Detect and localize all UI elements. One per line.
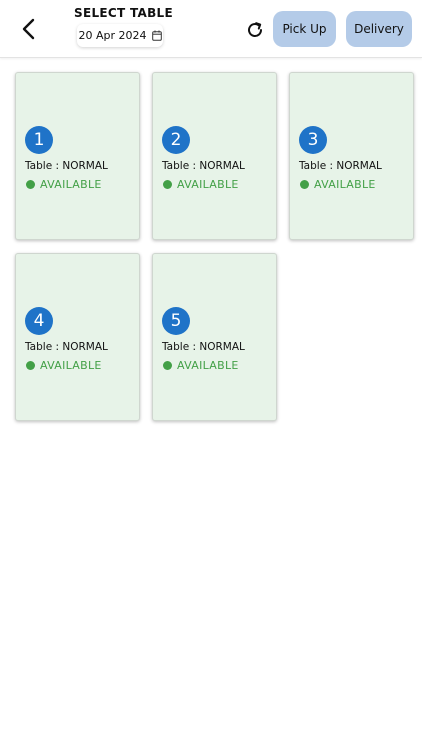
table-status: AVAILABLE: [163, 359, 239, 372]
table-status: AVAILABLE: [26, 359, 102, 372]
table-number-badge: 4: [25, 307, 53, 335]
table-card-2[interactable]: 2 Table : NORMAL AVAILABLE: [152, 72, 277, 240]
back-button[interactable]: [14, 14, 44, 44]
table-number-badge: 2: [162, 126, 190, 154]
status-label: AVAILABLE: [314, 178, 376, 191]
status-label: AVAILABLE: [177, 359, 239, 372]
delivery-button[interactable]: Delivery: [346, 11, 412, 47]
status-label: AVAILABLE: [40, 178, 102, 191]
status-label: AVAILABLE: [40, 359, 102, 372]
table-type-label: Table : NORMAL: [299, 160, 382, 172]
refresh-button[interactable]: [241, 16, 269, 44]
table-card-4[interactable]: 4 Table : NORMAL AVAILABLE: [15, 253, 140, 421]
table-type-label: Table : NORMAL: [162, 160, 245, 172]
table-number-badge: 1: [25, 126, 53, 154]
table-type-label: Table : NORMAL: [25, 160, 108, 172]
date-value: 20 Apr 2024: [78, 29, 147, 42]
status-dot-icon: [163, 180, 172, 189]
table-status: AVAILABLE: [163, 178, 239, 191]
status-dot-icon: [26, 180, 35, 189]
table-card-1[interactable]: 1 Table : NORMAL AVAILABLE: [15, 72, 140, 240]
pickup-button[interactable]: Pick Up: [273, 11, 336, 47]
page-title: SELECT TABLE: [74, 6, 173, 20]
top-bar: SELECT TABLE 20 Apr 2024 Pick Up Deliver…: [0, 0, 422, 58]
table-card-3[interactable]: 3 Table : NORMAL AVAILABLE: [289, 72, 414, 240]
table-number-badge: 3: [299, 126, 327, 154]
table-status: AVAILABLE: [300, 178, 376, 191]
table-number-badge: 5: [162, 307, 190, 335]
table-type-label: Table : NORMAL: [25, 341, 108, 353]
refresh-icon: [248, 22, 262, 37]
calendar-icon: [151, 30, 162, 41]
status-dot-icon: [300, 180, 309, 189]
status-dot-icon: [26, 361, 35, 370]
date-selector[interactable]: 20 Apr 2024: [77, 24, 163, 47]
table-card-5[interactable]: 5 Table : NORMAL AVAILABLE: [152, 253, 277, 421]
table-type-label: Table : NORMAL: [162, 341, 245, 353]
status-dot-icon: [163, 361, 172, 370]
table-status: AVAILABLE: [26, 178, 102, 191]
chevron-left-icon: [22, 18, 35, 40]
status-label: AVAILABLE: [177, 178, 239, 191]
